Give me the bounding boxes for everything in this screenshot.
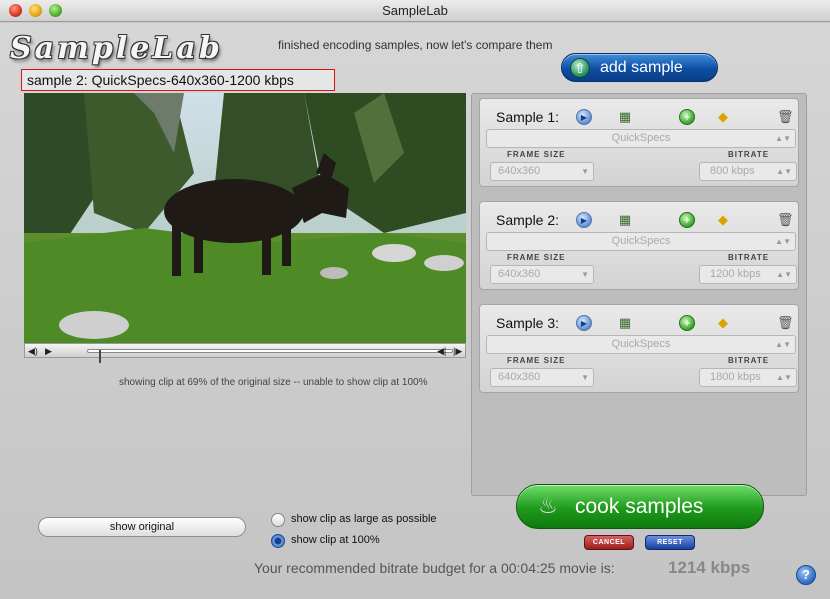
help-button[interactable]: ?	[796, 565, 816, 585]
bitrate-select[interactable]: 800 kbps ▲▼	[699, 162, 797, 181]
samples-panel: Sample 1: ▶ ▦ + ◆ 🗑 QuickSpecs ▲▼ FRAME …	[471, 93, 807, 496]
chevron-updown-icon: ▲▼	[776, 270, 792, 279]
video-frame-image	[24, 93, 466, 343]
export-video-icon[interactable]: ▦	[617, 109, 633, 125]
chevron-down-icon: ▼	[581, 270, 589, 279]
sample-card-2: Sample 2: ▶ ▦ + ◆ 🗑 QuickSpecs ▲▼ FRAME …	[479, 201, 799, 290]
settings-sample-icon[interactable]: ◆	[715, 212, 731, 228]
step-back-icon[interactable]: ◀|	[437, 345, 446, 357]
settings-sample-icon[interactable]: ◆	[715, 109, 731, 125]
clip-size-note: showing clip at 69% of the original size…	[119, 377, 428, 388]
chevron-updown-icon: ▲▼	[776, 167, 792, 176]
chevron-down-icon: ▼	[581, 167, 589, 176]
add-sample-icon: ⇧	[570, 58, 590, 78]
trash-icon[interactable]: 🗑	[777, 212, 794, 228]
minimize-window-button[interactable]	[29, 4, 42, 17]
status-message: finished encoding samples, now let's com…	[278, 38, 553, 52]
trash-icon[interactable]: 🗑	[777, 315, 794, 331]
sample-card-1: Sample 1: ▶ ▦ + ◆ 🗑 QuickSpecs ▲▼ FRAME …	[479, 98, 799, 187]
cook-samples-label: cook samples	[575, 495, 704, 518]
radio-label-large[interactable]: show clip as large as possible	[291, 513, 437, 525]
radio-100-percent[interactable]	[271, 534, 285, 548]
show-original-button[interactable]: show original	[38, 517, 246, 537]
reset-button[interactable]: RESET	[645, 535, 695, 550]
play-sample-icon[interactable]: ▶	[576, 109, 592, 125]
bitrate-label: BITRATE	[728, 356, 770, 365]
bitrate-budget-text: Your recommended bitrate budget for a 00…	[254, 560, 615, 576]
radio-label-100[interactable]: show clip at 100%	[291, 534, 380, 546]
duplicate-sample-icon[interactable]: +	[679, 109, 695, 125]
frame-size-select[interactable]: 640x360 ▼	[490, 368, 594, 387]
close-window-button[interactable]	[9, 4, 22, 17]
window-title: SampleLab	[382, 3, 448, 18]
bitrate-label: BITRATE	[728, 150, 770, 159]
trash-icon[interactable]: 🗑	[777, 109, 794, 125]
chevron-updown-icon: ▲▼	[775, 340, 791, 349]
title-bar: SampleLab	[0, 0, 830, 22]
export-video-icon[interactable]: ▦	[617, 315, 633, 331]
duplicate-sample-icon[interactable]: +	[679, 315, 695, 331]
bitrate-budget-value: 1214 kbps	[668, 558, 751, 577]
frame-size-label: FRAME SIZE	[507, 150, 566, 159]
video-preview[interactable]	[24, 93, 466, 343]
main-content: SampleLab finished encoding samples, now…	[0, 23, 830, 599]
sample-label: Sample 3:	[496, 315, 560, 331]
frame-size-select[interactable]: 640x360 ▼	[490, 265, 594, 284]
play-sample-icon[interactable]: ▶	[576, 212, 592, 228]
playback-scrubber[interactable]	[87, 349, 453, 363]
zoom-window-button[interactable]	[49, 4, 62, 17]
frame-size-select[interactable]: 640x360 ▼	[490, 162, 594, 181]
volume-icon[interactable]: ◀)	[28, 345, 38, 357]
bitrate-select[interactable]: 1800 kbps ▲▼	[699, 368, 797, 387]
chevron-updown-icon: ▲▼	[775, 237, 791, 246]
radio-large-as-possible[interactable]	[271, 513, 285, 527]
video-controls: ◀) ▶ ◀| |▶	[24, 343, 466, 363]
bitrate-label: BITRATE	[728, 253, 770, 262]
cooking-pot-icon: ♨	[538, 493, 558, 518]
duplicate-sample-icon[interactable]: +	[679, 212, 695, 228]
play-icon[interactable]: ▶	[45, 345, 52, 357]
add-sample-button[interactable]: ⇧ add sample	[561, 53, 718, 82]
sample-label: Sample 2:	[496, 212, 560, 228]
chevron-updown-icon: ▲▼	[776, 373, 792, 382]
frame-size-label: FRAME SIZE	[507, 253, 566, 262]
bitrate-select[interactable]: 1200 kbps ▲▼	[699, 265, 797, 284]
step-forward-icon[interactable]: |▶	[453, 345, 462, 357]
sample-card-3: Sample 3: ▶ ▦ + ◆ 🗑 QuickSpecs ▲▼ FRAME …	[479, 304, 799, 393]
app-logo: SampleLab	[10, 31, 223, 66]
preset-select[interactable]: QuickSpecs ▲▼	[486, 335, 796, 354]
cancel-button[interactable]: CANCEL	[584, 535, 634, 550]
preview-title: sample 2: QuickSpecs-640x360-1200 kbps	[21, 69, 335, 91]
scrubber-thumb[interactable]	[98, 350, 101, 363]
chevron-down-icon: ▼	[581, 373, 589, 382]
cook-samples-button[interactable]: ♨ cook samples	[516, 484, 764, 529]
sample-label: Sample 1:	[496, 109, 560, 125]
preset-select[interactable]: QuickSpecs ▲▼	[486, 232, 796, 251]
export-video-icon[interactable]: ▦	[617, 212, 633, 228]
chevron-updown-icon: ▲▼	[775, 134, 791, 143]
add-sample-label: add sample	[600, 59, 683, 76]
settings-sample-icon[interactable]: ◆	[715, 315, 731, 331]
frame-size-label: FRAME SIZE	[507, 356, 566, 365]
preset-select[interactable]: QuickSpecs ▲▼	[486, 129, 796, 148]
play-sample-icon[interactable]: ▶	[576, 315, 592, 331]
